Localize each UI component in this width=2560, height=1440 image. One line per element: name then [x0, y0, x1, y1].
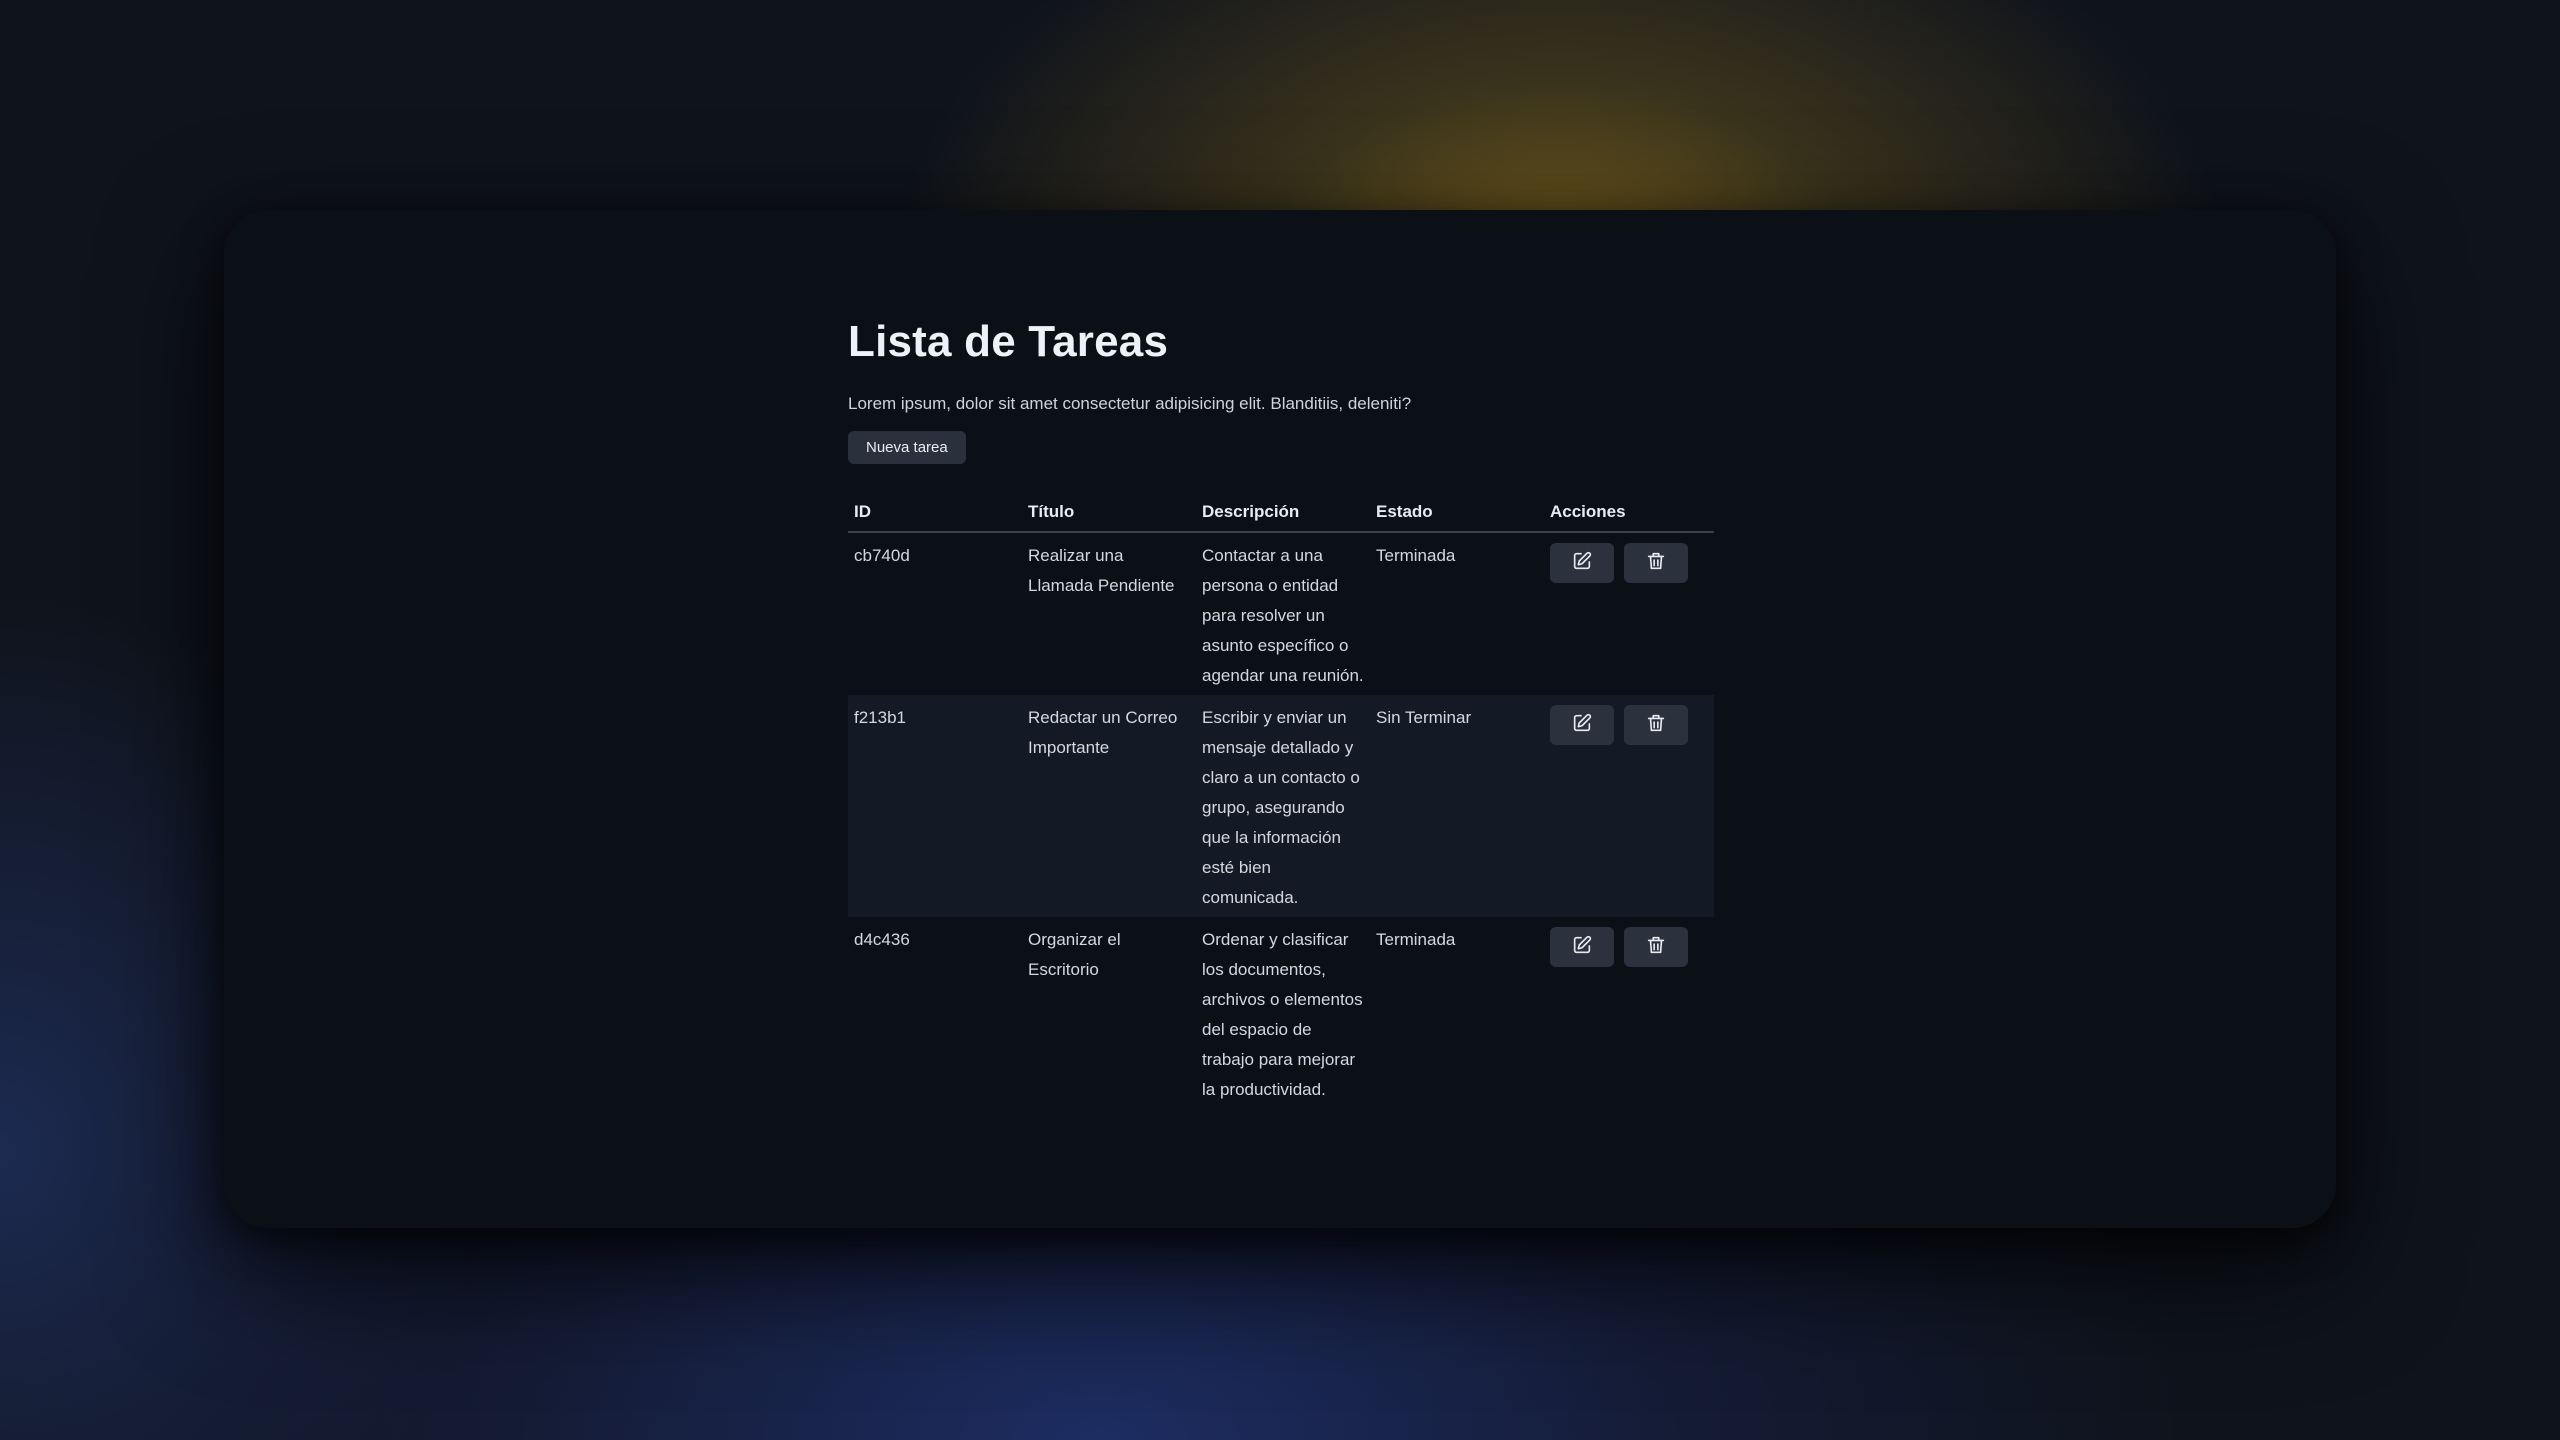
app-window: Lista de Tareas Lorem ipsum, dolor sit a…: [224, 210, 2336, 1228]
task-status-cell: Terminada: [1376, 929, 1456, 949]
task-id-cell: f213b1: [848, 694, 1022, 917]
task-id-cell: cb740d: [854, 545, 910, 565]
column-header-description: Descripción: [1196, 495, 1370, 533]
table-row: d4c436 Organizar el Escritorio Ordenar y…: [848, 917, 1714, 1109]
edit-icon: [1571, 934, 1593, 959]
column-header-id: ID: [848, 495, 1022, 533]
table-row: cb740d Realizar una Llamada Pendiente Co…: [848, 532, 1714, 695]
new-task-button[interactable]: Nueva tarea: [848, 430, 966, 464]
row-actions: [1550, 925, 1708, 967]
task-description-cell: Ordenar y clasificar los documentos, arc…: [1202, 929, 1363, 1099]
trash-icon: [1645, 934, 1667, 959]
table-header: ID Título Descripción Estado Acciones: [848, 495, 1714, 533]
edit-button[interactable]: [1550, 704, 1614, 745]
task-description-cell: Contactar a una persona o entidad para r…: [1202, 545, 1364, 685]
column-header-status: Estado: [1370, 495, 1544, 533]
table-body: cb740d Realizar una Llamada Pendiente Co…: [848, 532, 1714, 1109]
task-title-cell: Organizar el Escritorio: [1028, 929, 1121, 979]
task-title-cell: Realizar una Llamada Pendiente: [1028, 545, 1175, 595]
task-description-cell: Escribir y enviar un mensaje detallado y…: [1196, 694, 1370, 917]
task-id-cell: d4c436: [854, 929, 910, 949]
trash-icon: [1645, 712, 1667, 737]
edit-icon: [1571, 712, 1593, 737]
delete-button[interactable]: [1624, 926, 1688, 967]
page-title: Lista de Tareas: [848, 317, 1169, 366]
page-description: Lorem ipsum, dolor sit amet consectetur …: [848, 393, 1412, 413]
task-actions-cell: [1544, 917, 1714, 1109]
table-row: f213b1 Redactar un Correo Importante Esc…: [848, 694, 1714, 917]
main-content: Lista de Tareas Lorem ipsum, dolor sit a…: [848, 316, 1714, 1109]
edit-button[interactable]: [1550, 542, 1614, 583]
delete-button[interactable]: [1624, 542, 1688, 583]
table-header-row: ID Título Descripción Estado Acciones: [848, 495, 1714, 533]
column-header-actions: Acciones: [1544, 495, 1714, 533]
task-status-cell: Sin Terminar: [1370, 694, 1544, 917]
edit-icon: [1571, 550, 1593, 575]
task-title-cell: Redactar un Correo Importante: [1022, 694, 1196, 917]
column-header-title: Título: [1022, 495, 1196, 533]
task-actions-cell: [1544, 532, 1714, 695]
task-status-cell: Terminada: [1376, 545, 1456, 565]
task-actions-cell: [1544, 694, 1714, 917]
tasks-table: ID Título Descripción Estado Acciones cb…: [848, 495, 1714, 1109]
edit-button[interactable]: [1550, 926, 1614, 967]
row-actions: [1550, 703, 1708, 745]
trash-icon: [1645, 550, 1667, 575]
delete-button[interactable]: [1624, 704, 1688, 745]
row-actions: [1550, 541, 1708, 583]
